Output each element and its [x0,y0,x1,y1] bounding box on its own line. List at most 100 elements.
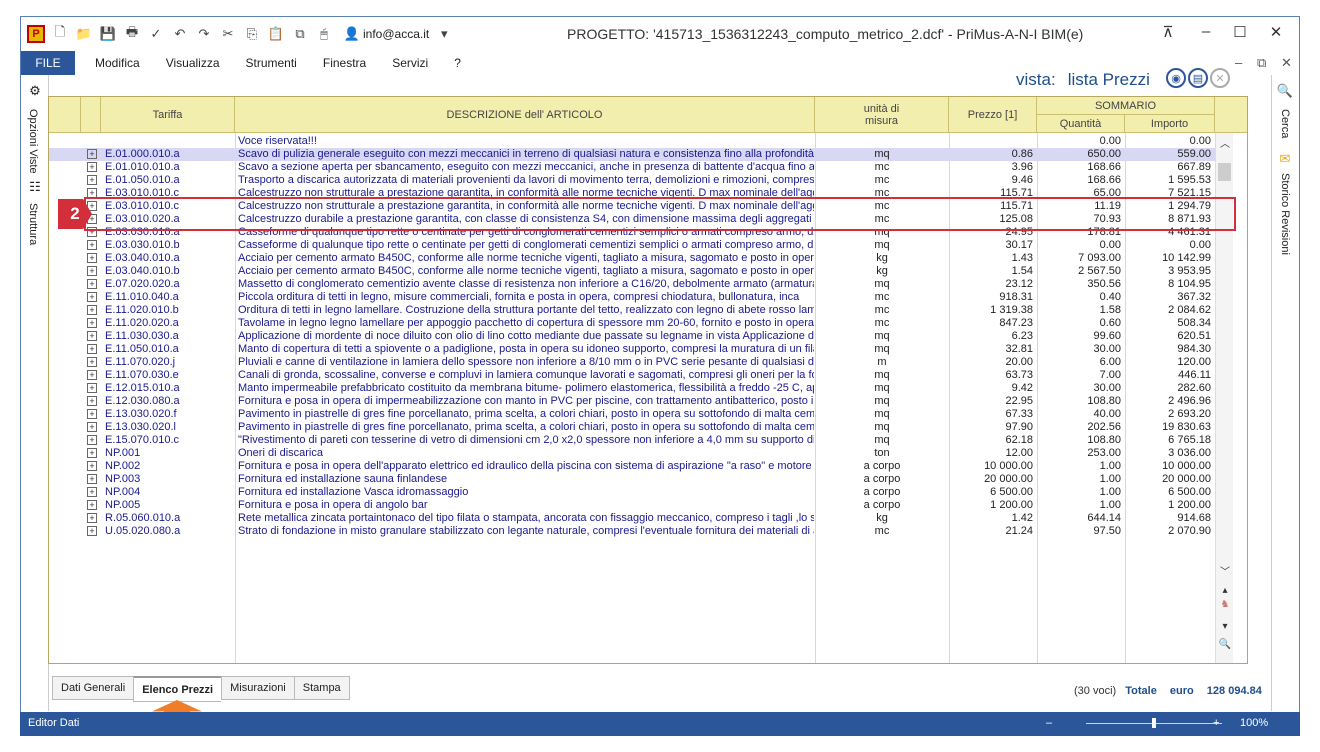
options-views-icon[interactable]: ⚙ [26,83,44,101]
tab-elenco-prezzi[interactable]: Elenco Prezzi [133,676,222,702]
menu-visualizza[interactable]: Visualizza [166,56,220,70]
expand-icon[interactable]: + [87,240,97,250]
expand-icon[interactable]: + [87,409,97,419]
table-row[interactable]: + E.11.010.040.a Piccola orditura di tetti… [49,291,1215,304]
table-row[interactable]: + E.12.015.010.a Manto impermeabile prefab… [49,382,1215,395]
tab-stampa[interactable]: Stampa [293,676,350,700]
table-row[interactable]: Voce riservata!!! 0.00 0.00 [49,135,1215,148]
paste-special-icon[interactable]: ⧉ [291,25,309,43]
mouse-icon[interactable]: 🖱 [315,25,333,43]
header-prezzo[interactable]: Prezzo [1] [949,97,1037,133]
view-value[interactable]: lista Prezzi [1068,70,1150,89]
table-row[interactable]: + E.11.070.020.j Pluviali e canne di venti… [49,356,1215,369]
user-account[interactable]: info@acca.it [363,27,429,41]
header-tariffa[interactable]: Tariffa [101,97,235,133]
scroll-down-icon[interactable]: ﹀ [1216,563,1234,578]
tab-misurazioni[interactable]: Misurazioni [221,676,294,700]
table-row[interactable]: + E.12.030.080.a Fornitura e posa in opera… [49,395,1215,408]
expand-icon[interactable]: + [87,526,97,536]
structure-icon[interactable]: ☷ [26,179,44,197]
menu-strumenti[interactable]: Strumenti [246,56,297,70]
table-row[interactable]: + E.07.020.020.a Massetto di conglomerato … [49,278,1215,291]
expand-icon[interactable]: + [87,344,97,354]
expand-icon[interactable]: + [87,292,97,302]
open-folder-icon[interactable]: 📁 [75,25,93,43]
table-row[interactable]: + E.13.030.020.f Pavimento in piastrelle d… [49,408,1215,421]
print-icon[interactable]: 🖶 [123,24,141,43]
expand-icon[interactable]: + [87,357,97,367]
print-view-icon[interactable]: ▤ [1188,68,1208,88]
expand-icon[interactable]: + [87,383,97,393]
table-row[interactable]: + NP.003 Fornitura ed installazione sauna … [49,473,1215,486]
table-row[interactable]: + E.13.030.020.l Pavimento in piastrelle d… [49,421,1215,434]
undo-icon[interactable]: ↶ [171,25,189,43]
expand-icon[interactable]: + [87,461,97,471]
nav-mark-icon[interactable]: ♞ [1216,599,1234,613]
expand-icon[interactable]: + [87,396,97,406]
zoom-find-icon[interactable]: 🔍 [1216,639,1234,653]
new-file-icon[interactable]: 🗋 [51,24,69,43]
paste-icon[interactable]: 📋 [267,25,285,43]
cut-icon[interactable]: ✂ [219,25,237,43]
file-menu[interactable]: FILE [21,51,75,75]
search-doc-icon[interactable]: 🔍 [1276,83,1294,101]
nav-up-icon[interactable]: ▴ [1216,585,1234,599]
menu-help[interactable]: ? [454,56,461,70]
table-row[interactable]: + NP.001 Oneri di discarica ton 12.00 253.00 3… [49,447,1215,460]
expand-icon[interactable]: + [87,331,97,341]
table-row[interactable]: + E.01.000.010.a Scavo di pulizia generale… [49,148,1215,161]
table-row[interactable]: + E.11.070.030.e Canali di gronda, scossal… [49,369,1215,382]
table-row[interactable]: + E.03.030.010.b Casseforme di qualunque t… [49,239,1215,252]
zoom-in-button[interactable]: + [1213,717,1219,729]
mdi-restore-icon[interactable]: ⧉ [1257,55,1266,71]
header-unita[interactable]: unità di misura [815,97,949,133]
expand-icon[interactable]: + [87,305,97,315]
expand-icon[interactable]: + [87,487,97,497]
chevron-down-icon[interactable]: ▾ [435,25,453,43]
table-row[interactable]: + NP.005 Fornitura e posa in opera di ango… [49,499,1215,512]
header-quantita[interactable]: Quantità [1037,115,1125,133]
tab-dati-generali[interactable]: Dati Generali [52,676,134,700]
table-row[interactable]: + E.11.050.010.a Manto di copertura di tet… [49,343,1215,356]
spellcheck-icon[interactable]: ✓ [147,25,165,43]
opzioni-viste-tab[interactable]: Opzioni Viste [27,109,39,174]
expand-icon[interactable]: + [87,279,97,289]
expand-icon[interactable]: + [87,435,97,445]
eye-icon[interactable]: ◉ [1166,68,1186,88]
table-row[interactable]: + E.11.020.010.b Orditura di tetti in legn… [49,304,1215,317]
storico-revisioni-tab[interactable]: Storico Revisioni [1279,173,1291,255]
expand-icon[interactable]: + [87,162,97,172]
expand-icon[interactable]: + [87,370,97,380]
menu-finestra[interactable]: Finestra [323,56,366,70]
scroll-up-icon[interactable]: ︿ [1216,135,1234,150]
table-row[interactable]: + NP.002 Fornitura e posa in opera dell'ap… [49,460,1215,473]
expand-icon[interactable]: + [87,175,97,185]
expand-icon[interactable]: + [87,149,97,159]
table-row[interactable]: + E.11.020.020.a Tavolame in legno legno l… [49,317,1215,330]
table-row[interactable]: + E.03.040.010.b Acciaio per cemento armat… [49,265,1215,278]
expand-icon[interactable]: + [87,422,97,432]
header-importo[interactable]: Importo [1125,115,1215,133]
nav-down-icon[interactable]: ▾ [1216,621,1234,635]
menu-servizi[interactable]: Servizi [392,56,428,70]
header-descrizione[interactable]: DESCRIZIONE dell' ARTICOLO [235,97,815,133]
table-row[interactable]: + E.01.010.010.a Scavo a sezione aperta pe… [49,161,1215,174]
redo-icon[interactable]: ↷ [195,25,213,43]
expand-icon[interactable]: + [87,318,97,328]
expand-icon[interactable]: + [87,500,97,510]
table-row[interactable]: + NP.004 Fornitura ed installazione Vasca … [49,486,1215,499]
struttura-tab[interactable]: Struttura [27,203,39,245]
save-icon[interactable]: 💾 [99,25,117,43]
zoom-out-button[interactable]: – [1046,717,1052,729]
close-icon[interactable]: ✕ [1263,23,1289,41]
restore-ribbon-icon[interactable]: ⊼ [1155,23,1181,41]
expand-icon[interactable]: + [87,266,97,276]
table-row[interactable]: + E.15.070.010.c "Rivestimento di pareti c… [49,434,1215,447]
mdi-close-icon[interactable]: ✕ [1281,55,1292,71]
table-row[interactable]: + U.05.020.080.a Strato di fondazione in m… [49,525,1215,538]
menu-modifica[interactable]: Modifica [95,56,140,70]
maximize-icon[interactable]: ☐ [1227,23,1253,41]
minimize-icon[interactable]: – [1193,23,1219,40]
cerca-tab[interactable]: Cerca [1279,109,1291,138]
zoom-slider-handle[interactable] [1152,718,1156,728]
